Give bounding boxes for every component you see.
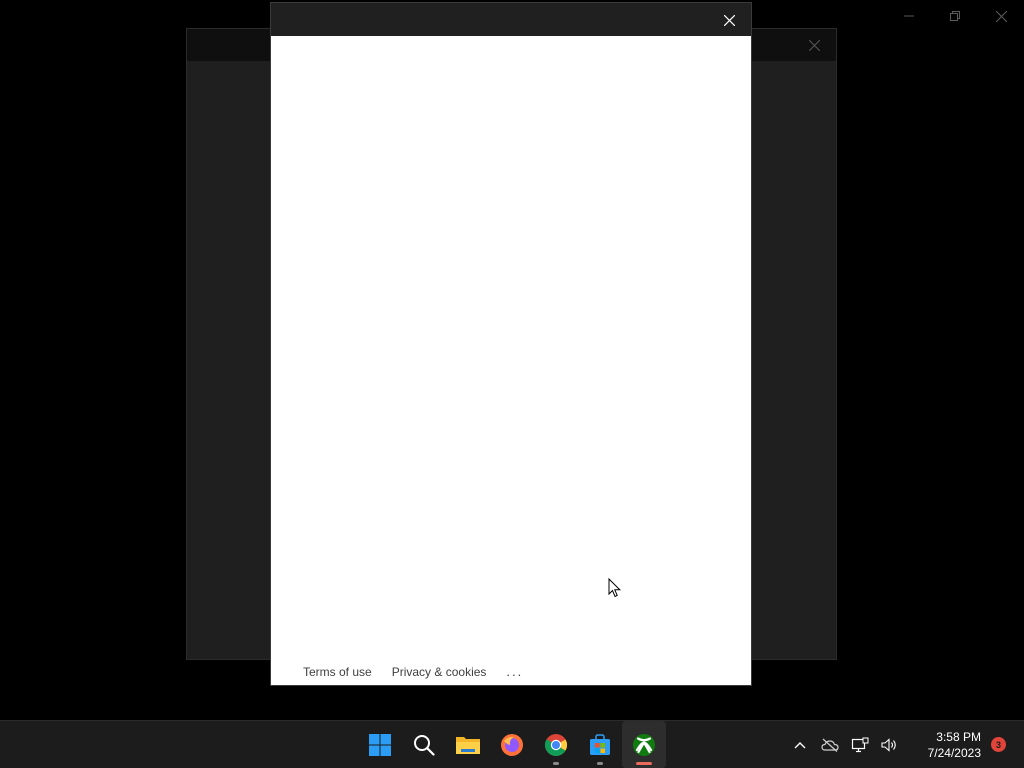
close-icon — [995, 10, 1007, 22]
restore-button[interactable] — [932, 0, 978, 32]
privacy-cookies-link[interactable]: Privacy & cookies — [392, 665, 487, 679]
volume-button[interactable] — [875, 721, 905, 768]
minimize-icon — [904, 15, 914, 17]
mouse-pointer-icon — [608, 578, 622, 598]
xbox-icon — [633, 733, 655, 756]
taskbar: 3:58 PM 7/24/2023 3 — [0, 720, 1024, 768]
start-button[interactable] — [358, 721, 402, 768]
system-tray: 3:58 PM 7/24/2023 3 — [785, 721, 1024, 768]
dialog-close-button[interactable] — [721, 12, 737, 28]
onedrive-offline-icon — [821, 738, 839, 752]
volume-icon — [881, 737, 896, 752]
network-icon — [851, 737, 869, 752]
active-app-indicator — [636, 762, 652, 765]
close-icon — [808, 39, 820, 51]
network-button[interactable] — [845, 721, 875, 768]
sign-in-dialog: Terms of use Privacy & cookies ... — [270, 2, 752, 686]
search-icon — [414, 734, 435, 756]
search-button[interactable] — [402, 721, 446, 768]
restore-icon — [950, 11, 960, 21]
dialog-footer: Terms of use Privacy & cookies ... — [303, 664, 523, 679]
firefox-button[interactable] — [490, 721, 534, 768]
microsoft-store-button[interactable] — [578, 721, 622, 768]
clock[interactable]: 3:58 PM 7/24/2023 — [911, 729, 981, 761]
running-indicator — [553, 762, 559, 765]
desktop: Terms of use Privacy & cookies ... — [0, 0, 1024, 720]
more-options-button[interactable]: ... — [506, 664, 523, 679]
start-icon — [369, 733, 391, 756]
background-window-controls — [886, 0, 1024, 32]
dialog-content — [271, 36, 751, 636]
xbox-button[interactable] — [622, 721, 666, 768]
show-hidden-icons-button[interactable] — [785, 721, 815, 768]
chrome-button[interactable] — [534, 721, 578, 768]
chrome-icon — [545, 733, 567, 756]
close-window-button[interactable] — [978, 0, 1024, 32]
dialog-titlebar — [271, 3, 751, 36]
background-dialog-close-button[interactable] — [806, 37, 822, 53]
running-indicator — [597, 762, 603, 765]
clock-time: 3:58 PM — [936, 729, 981, 744]
firefox-icon — [501, 733, 523, 756]
clock-date: 7/24/2023 — [927, 745, 981, 760]
taskbar-apps — [358, 721, 666, 768]
onedrive-button[interactable] — [815, 721, 845, 768]
file-explorer-icon — [456, 736, 480, 754]
minimize-button[interactable] — [886, 0, 932, 32]
terms-of-use-link[interactable]: Terms of use — [303, 665, 372, 679]
microsoft-store-icon — [590, 733, 610, 755]
close-icon — [723, 14, 735, 26]
notification-badge[interactable]: 3 — [991, 737, 1006, 752]
chevron-up-icon — [794, 741, 806, 748]
file-explorer-button[interactable] — [446, 721, 490, 768]
